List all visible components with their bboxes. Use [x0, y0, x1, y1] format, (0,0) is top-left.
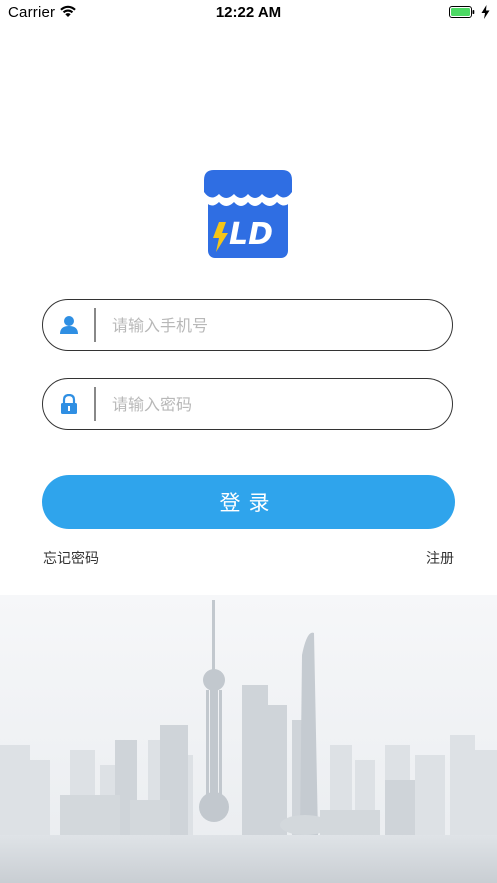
login-screen: Carrier 12:22 AM LD 请输入手机号 登录 忘记密码 注册	[0, 0, 497, 883]
phone-input[interactable]	[112, 310, 432, 340]
city-skyline-image	[0, 595, 497, 883]
field-divider	[94, 387, 96, 421]
app-logo-icon: LD	[204, 170, 292, 258]
charging-bolt-icon	[481, 5, 490, 19]
status-time: 12:22 AM	[215, 4, 282, 21]
logo-text: LD	[229, 217, 273, 252]
phone-field[interactable]	[42, 299, 453, 351]
status-bar: Carrier 12:22 AM	[0, 0, 497, 26]
field-divider	[94, 308, 96, 342]
forgot-password-link[interactable]: 忘记密码	[43, 548, 99, 568]
password-field[interactable]	[42, 378, 453, 430]
password-input[interactable]	[112, 389, 432, 419]
user-icon	[60, 316, 78, 334]
login-button[interactable]: 登录	[42, 475, 455, 529]
lock-icon	[61, 394, 77, 414]
battery-icon	[449, 6, 475, 18]
register-link[interactable]: 注册	[426, 548, 454, 568]
